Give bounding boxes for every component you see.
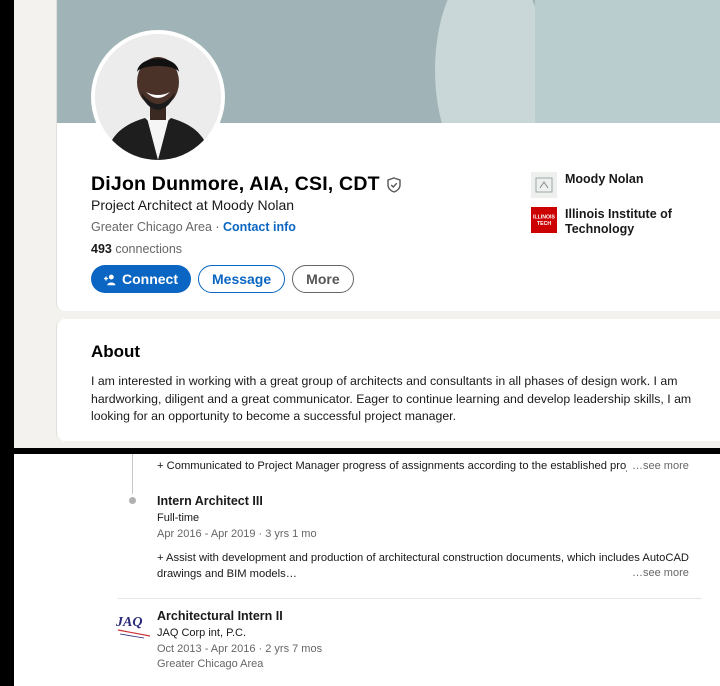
experience-dates: Apr 2016 - Apr 2019 · 3 yrs 1 mo [157,528,317,540]
connect-label: Connect [122,271,178,287]
message-button[interactable]: Message [198,265,286,293]
profile-location: Greater Chicago Area [91,220,212,234]
profile-headline: Project Architect at Moody Nolan [91,197,295,213]
connections-count[interactable]: 493 connections [91,242,182,256]
svg-text:TECH: TECH [537,221,551,227]
person-photo-icon [95,34,221,160]
jaq-company-logo-icon: JAQ [115,615,151,639]
see-more-link[interactable]: …see more [632,460,689,472]
org-name: Moody Nolan [565,172,644,186]
employment-type: Full-time [157,512,200,524]
about-title: About [91,342,141,361]
experience-screenshot: + Communicated to Project Manager progre… [0,454,720,686]
banner-shape [435,0,545,123]
more-button[interactable]: More [292,265,354,293]
profile-name: DiJon Dunmore, AIA, CSI, CDT [91,173,402,196]
org-item-current-company[interactable]: Moody Nolan [531,172,685,198]
experience-location: Greater Chicago Area [157,658,264,670]
about-section: About I am interested in working with a … [56,319,720,441]
banner-shape [535,0,720,123]
add-person-icon [104,274,116,285]
connect-button[interactable]: Connect [91,265,191,293]
university-logo-icon: ILLINOIS TECH [531,207,557,233]
company-name[interactable]: JAQ Corp int, P.C. [157,627,246,639]
divider [118,598,702,599]
profile-actions: Connect Message More [91,265,354,293]
timeline-dot [129,497,136,504]
separator: · [211,220,224,234]
timeline-line [132,454,133,494]
profile-organizations: Moody Nolan ILLINOIS TECH Illinois Insti… [531,172,685,246]
experience-description: + Assist with development and production… [157,552,690,580]
experience-title[interactable]: Intern Architect III [157,494,263,508]
svg-text:JAQ: JAQ [115,615,142,630]
company-logo-icon [531,172,557,198]
see-more-link[interactable]: …see more [632,567,689,579]
avatar-photo [95,34,221,160]
experience-description: + Communicated to Project Manager progre… [157,460,627,472]
about-text: I am interested in working with a great … [91,374,692,423]
svg-text:ILLINOIS: ILLINOIS [533,215,555,221]
profile-location-line: Greater Chicago Area · Contact info [91,220,296,234]
profile-name-text: DiJon Dunmore, AIA, CSI, CDT [91,173,380,195]
org-name: Illinois Institute of Technology [565,207,672,236]
profile-card: DiJon Dunmore, AIA, CSI, CDT Project Arc… [56,0,720,311]
experience-title[interactable]: Architectural Intern II [157,609,283,623]
page-background: DiJon Dunmore, AIA, CSI, CDT Project Arc… [14,0,720,448]
contact-info-link[interactable]: Contact info [223,220,296,234]
org-item-education[interactable]: ILLINOIS TECH Illinois Institute of Tech… [531,207,685,237]
experience-dates: Oct 2013 - Apr 2016 · 2 yrs 7 mos [157,643,323,655]
connections-number: 493 [91,242,112,256]
connections-label: connections [111,242,183,256]
profile-screenshot-top: DiJon Dunmore, AIA, CSI, CDT Project Arc… [0,0,720,450]
verified-shield-icon[interactable] [386,176,402,193]
avatar[interactable] [91,30,225,164]
